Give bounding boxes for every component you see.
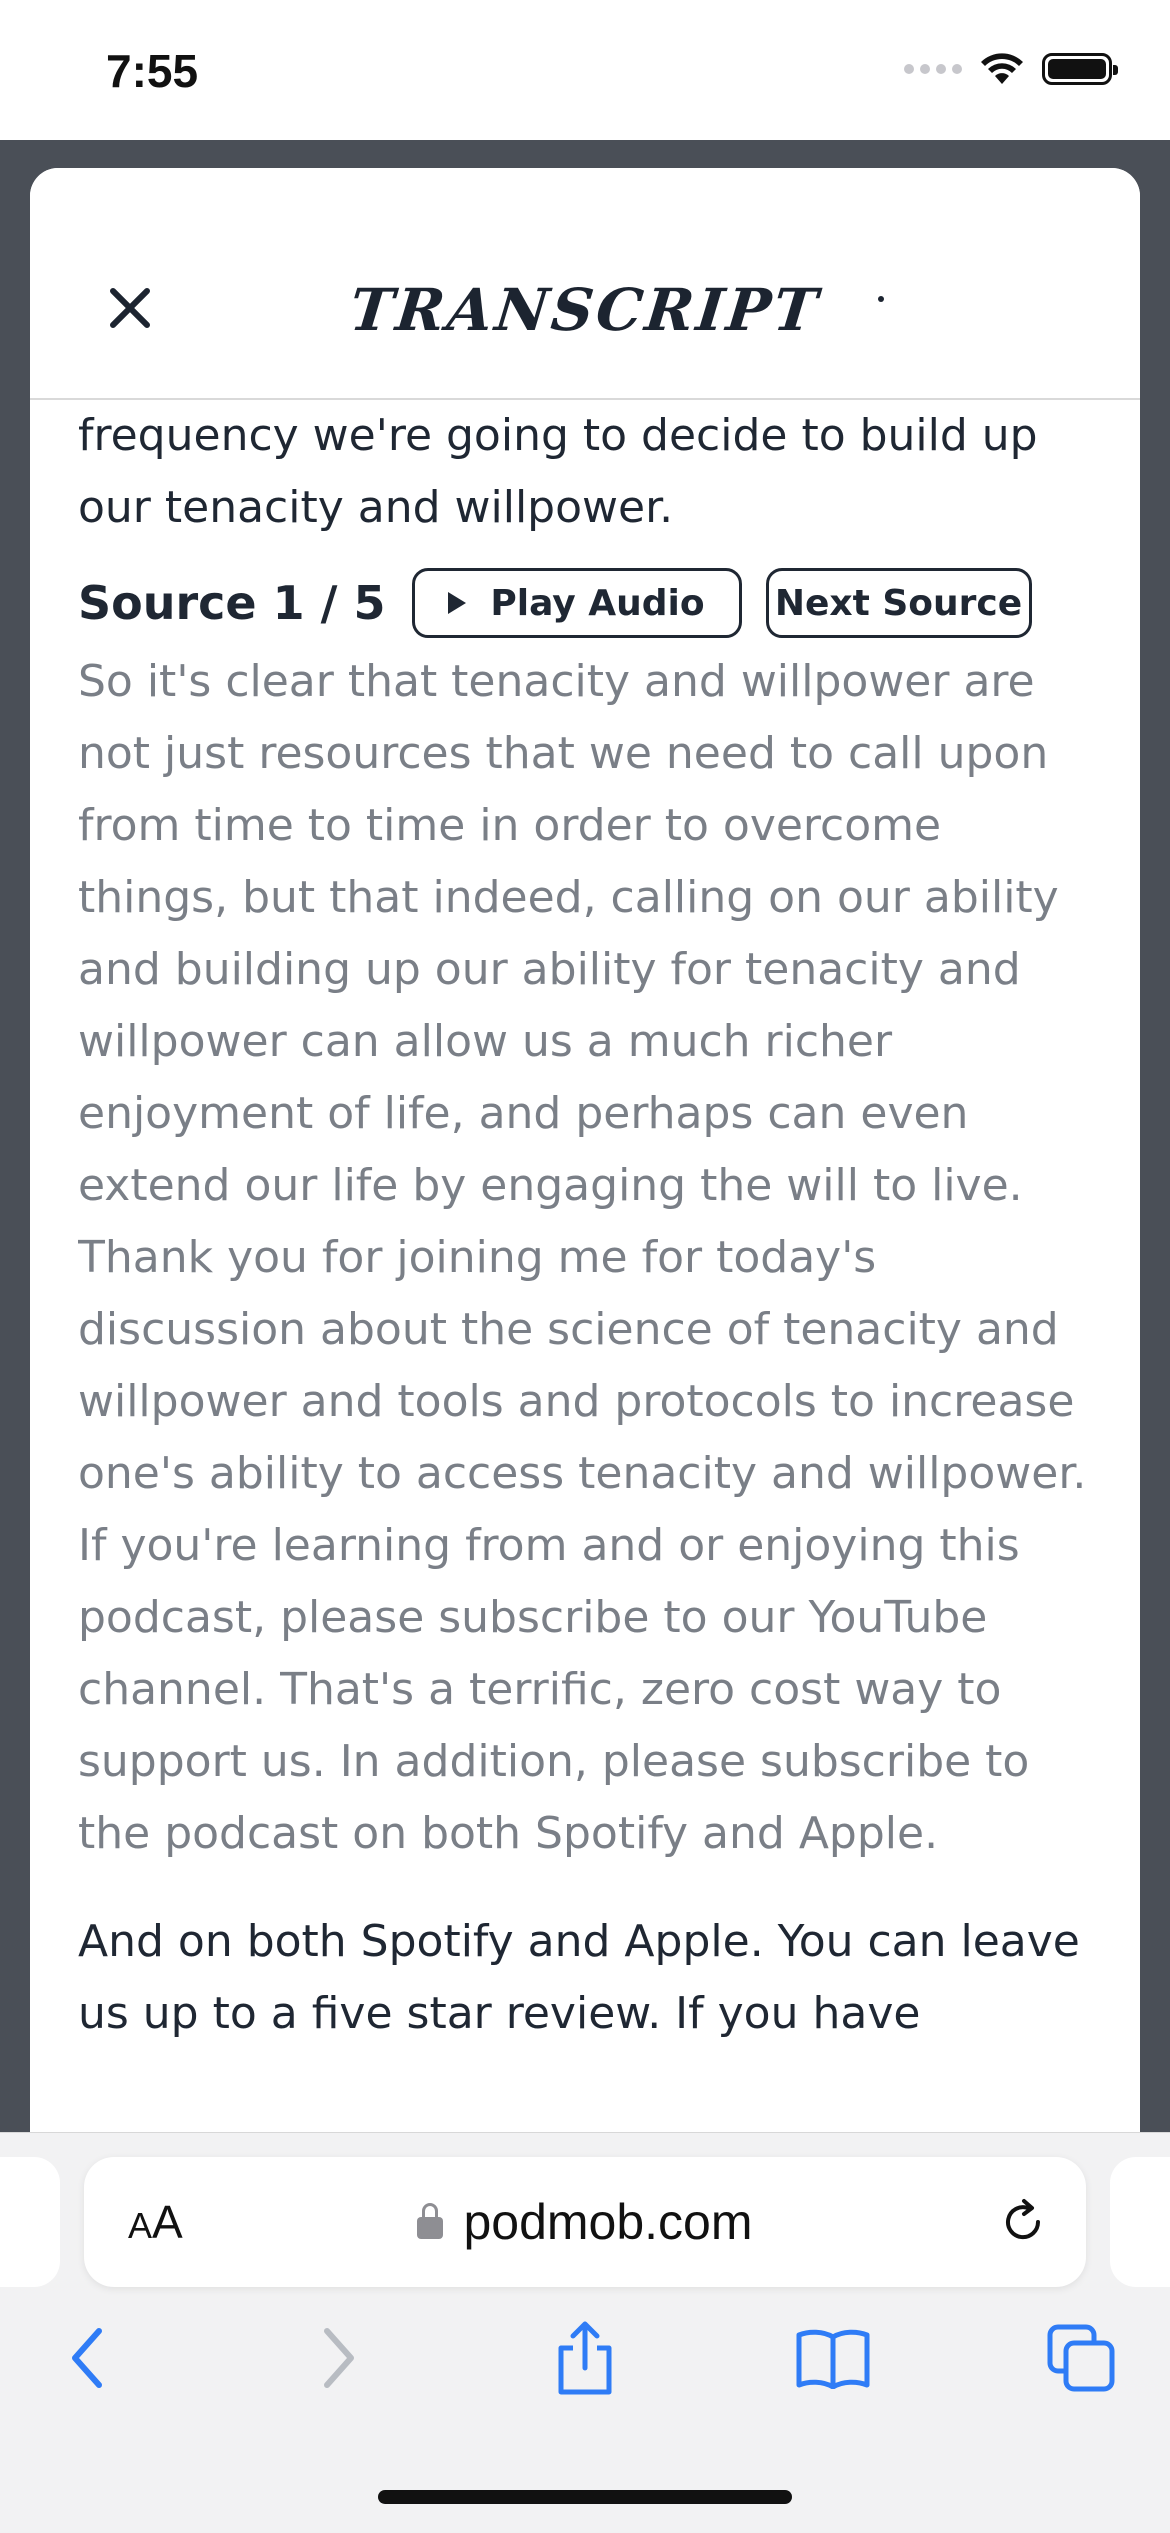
- transcript-body: frequency we're going to decide to build…: [78, 400, 1088, 2168]
- wifi-icon: [981, 53, 1023, 84]
- url-text: podmob.com: [463, 2194, 753, 2250]
- status-bar: 7:55: [0, 0, 1170, 140]
- transcript-paragraph: frequency we're going to decide to build…: [78, 410, 1038, 533]
- bookmarks-button[interactable]: [788, 2313, 878, 2403]
- play-icon: [448, 592, 467, 614]
- next-tab-preview[interactable]: [1110, 2157, 1170, 2287]
- source-excerpt: So it's clear that tenacity and willpowe…: [78, 656, 1087, 1859]
- cellular-signal-icon: [904, 64, 962, 74]
- title-decoration: [878, 296, 884, 302]
- back-button[interactable]: [42, 2313, 132, 2403]
- next-source-button[interactable]: Next Source: [765, 568, 1032, 638]
- play-audio-button[interactable]: Play Audio: [411, 568, 742, 638]
- tabs-button[interactable]: [1036, 2313, 1126, 2403]
- status-time: 7:55: [106, 45, 199, 97]
- modal-title: Transcript: [346, 276, 824, 344]
- address-bar[interactable]: AA podmob.com: [84, 2157, 1086, 2287]
- share-button[interactable]: [540, 2313, 630, 2403]
- page-backdrop: [0, 140, 1170, 170]
- chevron-left-icon: [72, 2328, 102, 2388]
- book-icon: [796, 2329, 870, 2389]
- chevron-right-icon: [324, 2328, 354, 2388]
- browser-bottom-bar: AA podmob.com: [0, 2132, 1170, 2533]
- home-indicator[interactable]: [378, 2490, 792, 2504]
- battery-icon: [1042, 53, 1118, 85]
- tabs-icon: [1047, 2324, 1115, 2392]
- source-label: Source 1 / 5: [78, 576, 386, 630]
- transcript-paragraph: And on both Spotify and Apple. You can l…: [78, 1916, 1080, 2039]
- next-source-label: Next Source: [774, 582, 1023, 624]
- modal-header: Transcript: [30, 168, 1140, 400]
- play-audio-label: Play Audio: [490, 582, 705, 624]
- previous-tab-preview[interactable]: [0, 2157, 60, 2287]
- lock-icon: [417, 2203, 444, 2239]
- transcript-modal: Transcript frequency we're going to deci…: [30, 168, 1140, 2168]
- share-icon: [558, 2321, 612, 2395]
- reload-icon[interactable]: [998, 2197, 1048, 2247]
- forward-button[interactable]: [294, 2313, 384, 2403]
- browser-toolbar: [0, 2313, 1170, 2413]
- url-display[interactable]: podmob.com: [84, 2193, 1086, 2251]
- source-row: Source 1 / 5 Play Audio Next Source: [78, 564, 1088, 642]
- status-icons: [904, 52, 1118, 86]
